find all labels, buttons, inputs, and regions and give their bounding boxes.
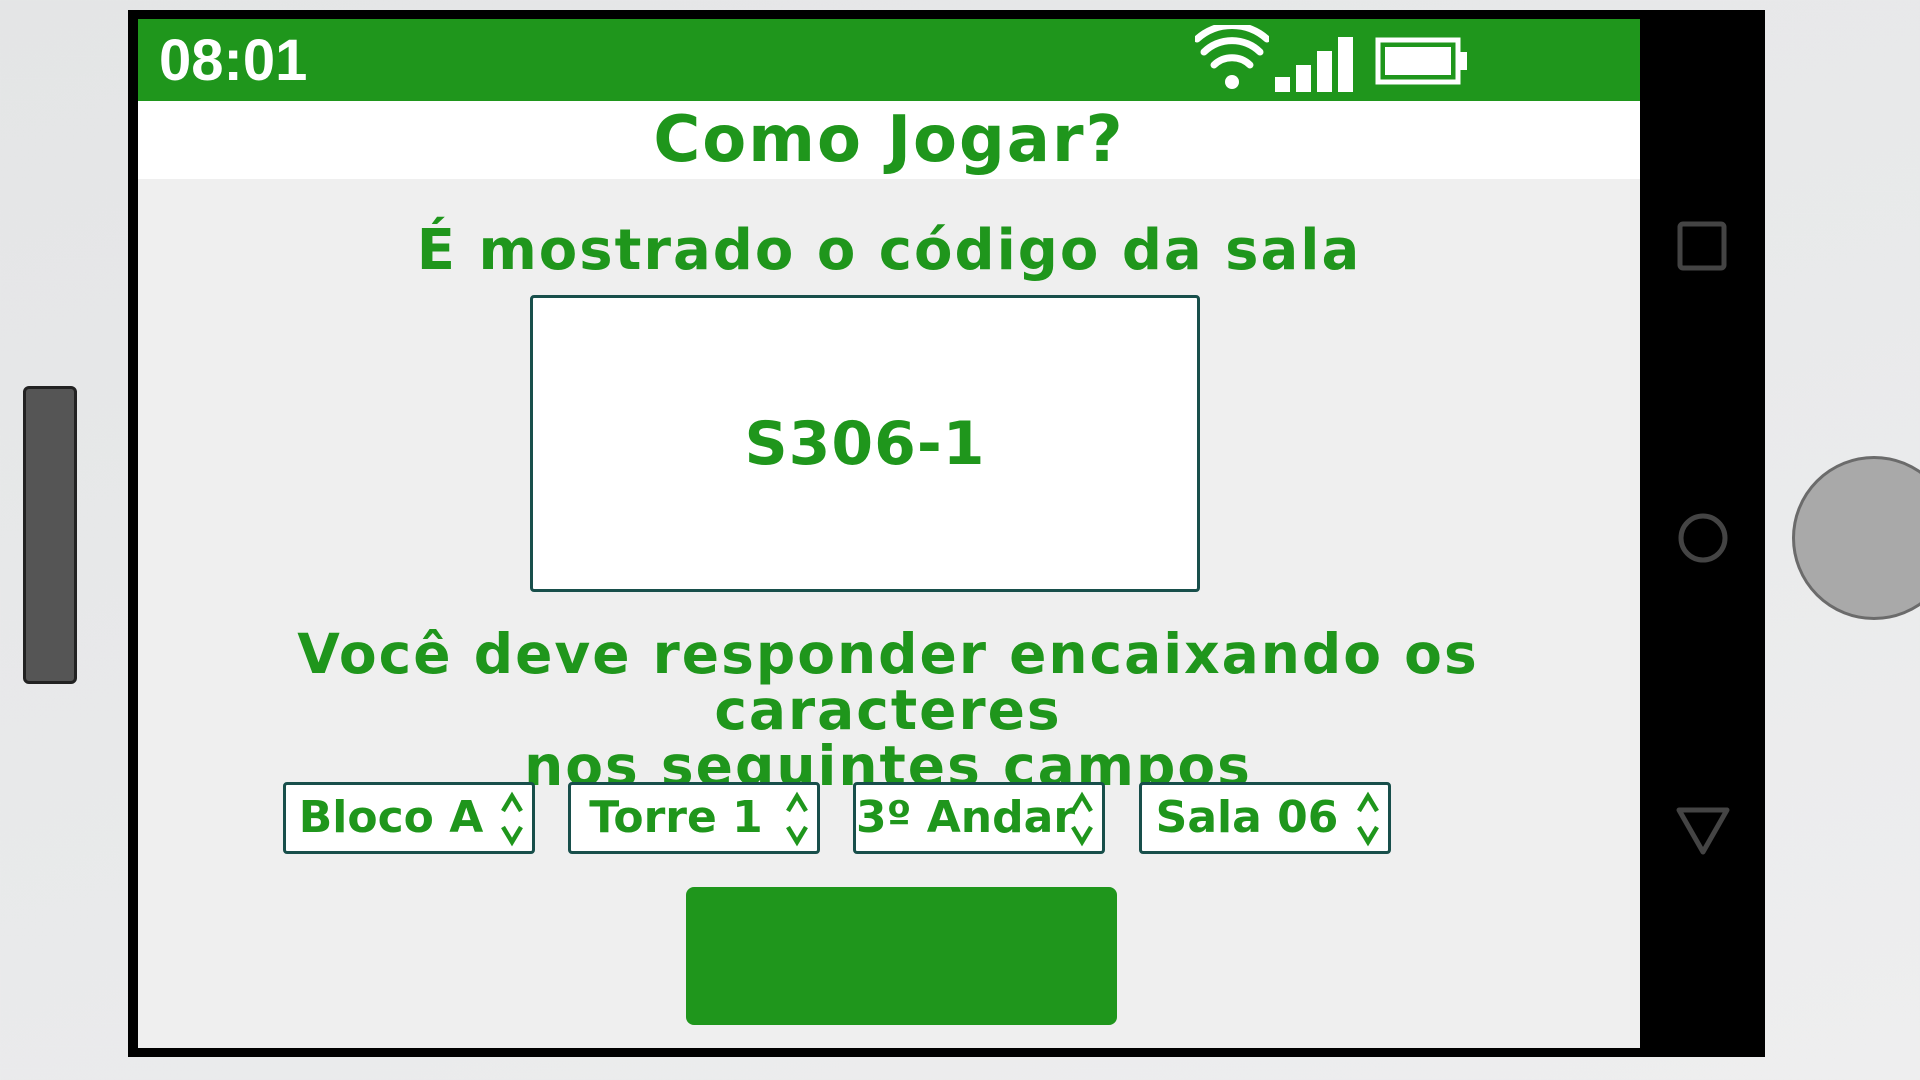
- field-label: Bloco A: [298, 792, 484, 843]
- phone-home-button[interactable]: [1792, 456, 1920, 620]
- submit-button[interactable]: [686, 887, 1117, 1025]
- phone-frame: 08:01 Como Jogar? É mostrado o código da…: [128, 10, 1765, 1057]
- field-label: Torre 1: [589, 792, 763, 843]
- instruction-line-1: Você deve responder encaixando os caract…: [297, 622, 1479, 742]
- room-code: S306-1: [744, 408, 986, 479]
- spinner-arrows-icon[interactable]: [1068, 791, 1096, 847]
- signal-icon: [1275, 37, 1353, 92]
- field-torre[interactable]: Torre 1: [568, 782, 820, 854]
- instruction-text: Você deve responder encaixando os caract…: [168, 626, 1608, 794]
- room-code-box: S306-1: [530, 295, 1200, 592]
- subtitle: É mostrado o código da sala: [416, 218, 1362, 283]
- spinner-arrows-icon[interactable]: [783, 791, 811, 847]
- battery-icon: [1375, 37, 1467, 85]
- field-bloco[interactable]: Bloco A: [283, 782, 535, 854]
- phone-screen: 08:01 Como Jogar? É mostrado o código da…: [138, 19, 1640, 1048]
- field-label: 3º Andar: [856, 792, 1076, 843]
- spinner-arrows-icon[interactable]: [498, 791, 526, 847]
- spinner-arrows-icon[interactable]: [1354, 791, 1382, 847]
- field-label: Sala 06: [1155, 792, 1339, 843]
- back-triangle-icon[interactable]: [1675, 806, 1731, 858]
- home-circle-icon[interactable]: [1677, 512, 1729, 564]
- recent-apps-icon[interactable]: [1677, 221, 1727, 271]
- status-clock: 08:01: [159, 28, 308, 93]
- phone-side-button: [23, 386, 77, 684]
- field-andar[interactable]: 3º Andar: [853, 782, 1105, 854]
- title-bar: Como Jogar?: [138, 101, 1640, 179]
- field-sala[interactable]: Sala 06: [1139, 782, 1391, 854]
- wifi-icon: [1195, 25, 1269, 89]
- status-bar: 08:01: [138, 19, 1640, 101]
- page-title: Como Jogar?: [653, 103, 1125, 177]
